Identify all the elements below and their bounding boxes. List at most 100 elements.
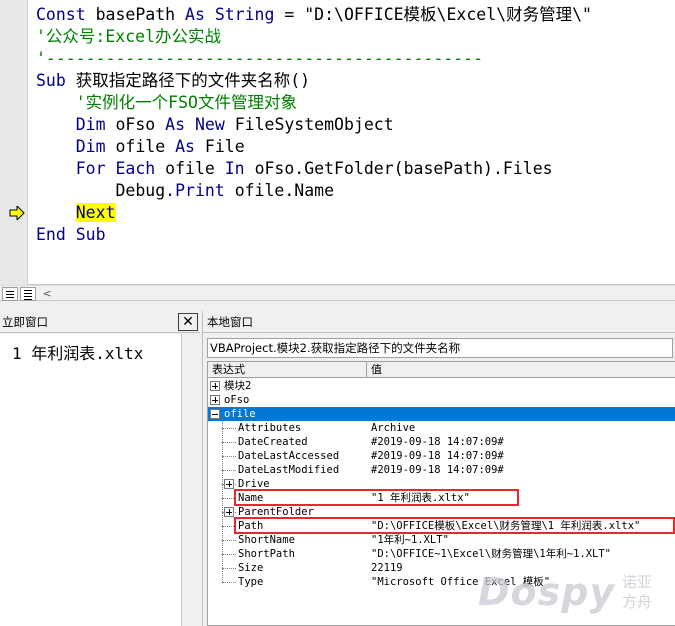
locals-window-titlebar: 本地窗口 xyxy=(203,311,675,333)
code-line[interactable]: Const basePath As String = "D:\OFFICE模板\… xyxy=(36,4,592,26)
immediate-output[interactable]: 1 年利润表.xltx xyxy=(0,334,182,626)
code-token: '实例化一个FSO文件管理对象 xyxy=(36,93,297,112)
immediate-window-titlebar: 立即窗口 ✕ xyxy=(0,311,200,333)
code-line[interactable]: For Each ofile In oFso.GetFolder(basePat… xyxy=(36,158,553,180)
expand-icon[interactable] xyxy=(224,479,234,489)
locals-window-title: 本地窗口 xyxy=(207,315,253,329)
tree-connector xyxy=(222,456,236,457)
code-token: '公众号:Excel办公实战 xyxy=(36,27,222,46)
code-token: Dim xyxy=(36,115,116,134)
code-token: Debug xyxy=(36,181,166,200)
locals-row[interactable]: Attributes Archive xyxy=(208,421,675,435)
tree-connector xyxy=(222,554,236,555)
code-token: Next xyxy=(75,203,116,222)
code-line[interactable]: '公众号:Excel办公实战 xyxy=(36,26,221,48)
column-header-value[interactable]: 值 xyxy=(367,362,675,378)
expand-icon[interactable] xyxy=(210,381,220,391)
tree-connector xyxy=(222,428,236,429)
row-value: "D:\OFFICE~1\Excel\财务管理\1年利~1.XLT" xyxy=(371,548,612,560)
procedure-view-button[interactable] xyxy=(2,287,18,301)
code-token: FileSystemObject xyxy=(234,115,394,134)
scroll-left-icon[interactable]: < xyxy=(40,287,54,301)
row-value: #2019-09-18 14:07:09# xyxy=(371,464,504,476)
row-expression: DateLastAccessed xyxy=(238,450,340,462)
code-line[interactable]: Dim ofile As File xyxy=(36,136,245,158)
code-token: As String xyxy=(185,5,275,24)
locals-row[interactable]: DateLastModified #2019-09-18 14:07:09# xyxy=(208,463,675,477)
code-token: '---------------------------------------… xyxy=(36,49,484,68)
code-token: oFso xyxy=(115,115,166,134)
pane-splitter[interactable] xyxy=(0,302,675,311)
code-line[interactable]: '实例化一个FSO文件管理对象 xyxy=(36,92,297,114)
close-immediate-button[interactable]: ✕ xyxy=(178,313,198,331)
tree-connector xyxy=(222,568,236,569)
row-expression: 模块2 xyxy=(224,380,252,392)
locals-row[interactable]: ShortPath "D:\OFFICE~1\Excel\财务管理\1年利~1.X… xyxy=(208,547,675,561)
locals-row[interactable]: DateLastAccessed #2019-09-18 14:07:09# xyxy=(208,449,675,463)
code-token: End Sub xyxy=(36,225,106,244)
locals-row[interactable]: DateCreated #2019-09-18 14:07:09# xyxy=(208,435,675,449)
code-line[interactable]: Debug.Print ofile.Name xyxy=(36,180,334,202)
expand-icon[interactable] xyxy=(210,395,220,405)
row-expression: DateCreated xyxy=(238,436,308,448)
row-value: "1年利~1.XLT" xyxy=(371,534,449,546)
column-header-expression[interactable]: 表达式 xyxy=(208,362,367,378)
immediate-window: 立即窗口 ✕ 1 年利润表.xltx xyxy=(0,311,200,626)
code-token: ofile xyxy=(165,159,225,178)
code-token: Const xyxy=(36,5,96,24)
execution-pointer-icon xyxy=(9,206,25,220)
code-line[interactable]: Sub 获取指定路径下的文件夹名称() xyxy=(36,70,310,92)
watermark-logo-cn: 诺亚方舟 xyxy=(622,573,653,611)
row-expression: ofile xyxy=(224,408,256,420)
row-expression: oFso xyxy=(224,394,250,406)
full-module-view-button[interactable] xyxy=(20,287,36,301)
collapse-icon[interactable] xyxy=(210,409,220,419)
locals-row[interactable]: ShortName "1年利~1.XLT" xyxy=(208,533,675,547)
locals-header: 表达式 值 xyxy=(208,362,675,378)
tree-connector xyxy=(222,540,236,541)
code-token: ofile.Name xyxy=(234,181,335,200)
row-value: 22119 xyxy=(371,562,403,574)
code-token: Sub xyxy=(36,71,76,90)
code-token: In xyxy=(224,159,255,178)
immediate-output-text: 1 年利润表.xltx xyxy=(12,344,144,363)
code-line[interactable]: Dim oFso As New FileSystemObject xyxy=(36,114,394,136)
code-token: File xyxy=(204,137,245,156)
highlight-box xyxy=(234,517,675,534)
locals-row[interactable]: 模块2 xyxy=(208,379,675,393)
row-expression: Attributes xyxy=(238,422,302,434)
code-line[interactable]: '---------------------------------------… xyxy=(36,48,483,70)
code-token: Dim xyxy=(36,137,116,156)
row-expression: ShortName xyxy=(238,534,295,546)
locals-row[interactable]: ofile xyxy=(208,407,675,421)
code-token: 获取指定路径下的文件夹名称() xyxy=(75,71,311,90)
code-token: oFso.GetFolder(basePath).Files xyxy=(254,159,553,178)
tree-connector xyxy=(222,582,236,583)
code-token: As New xyxy=(165,115,235,134)
highlight-box xyxy=(234,489,519,506)
locals-context[interactable]: VBAProject.模块2.获取指定路径下的文件夹名称 xyxy=(207,338,673,358)
row-expression: Size xyxy=(238,562,264,574)
code-line[interactable]: End Sub xyxy=(36,224,106,246)
tree-connector xyxy=(222,470,236,471)
locals-row[interactable]: oFso xyxy=(208,393,675,407)
code-token: As xyxy=(175,137,205,156)
row-value: Archive xyxy=(371,422,416,434)
row-expression: DateLastModified xyxy=(238,464,340,476)
watermark-logo: Dospy xyxy=(478,570,616,614)
immediate-window-title: 立即窗口 xyxy=(2,315,48,329)
code-token: basePath xyxy=(95,5,186,24)
code-token: .Print xyxy=(165,181,235,200)
code-token: ofile xyxy=(115,137,176,156)
expand-icon[interactable] xyxy=(224,507,234,517)
tree-connector xyxy=(222,419,223,582)
immediate-vertical-scrollbar[interactable] xyxy=(182,334,200,626)
editor-horizontal-scrollbar[interactable]: < xyxy=(0,285,675,301)
tree-connector xyxy=(222,442,236,443)
code-gutter[interactable] xyxy=(0,0,28,285)
code-line[interactable]: Next xyxy=(36,202,116,224)
code-token: = "D:\OFFICE模板\Excel\财务管理\" xyxy=(274,5,592,24)
code-editor[interactable]: Const basePath As String = "D:\OFFICE模板\… xyxy=(0,0,675,285)
row-expression: Type xyxy=(238,576,264,588)
